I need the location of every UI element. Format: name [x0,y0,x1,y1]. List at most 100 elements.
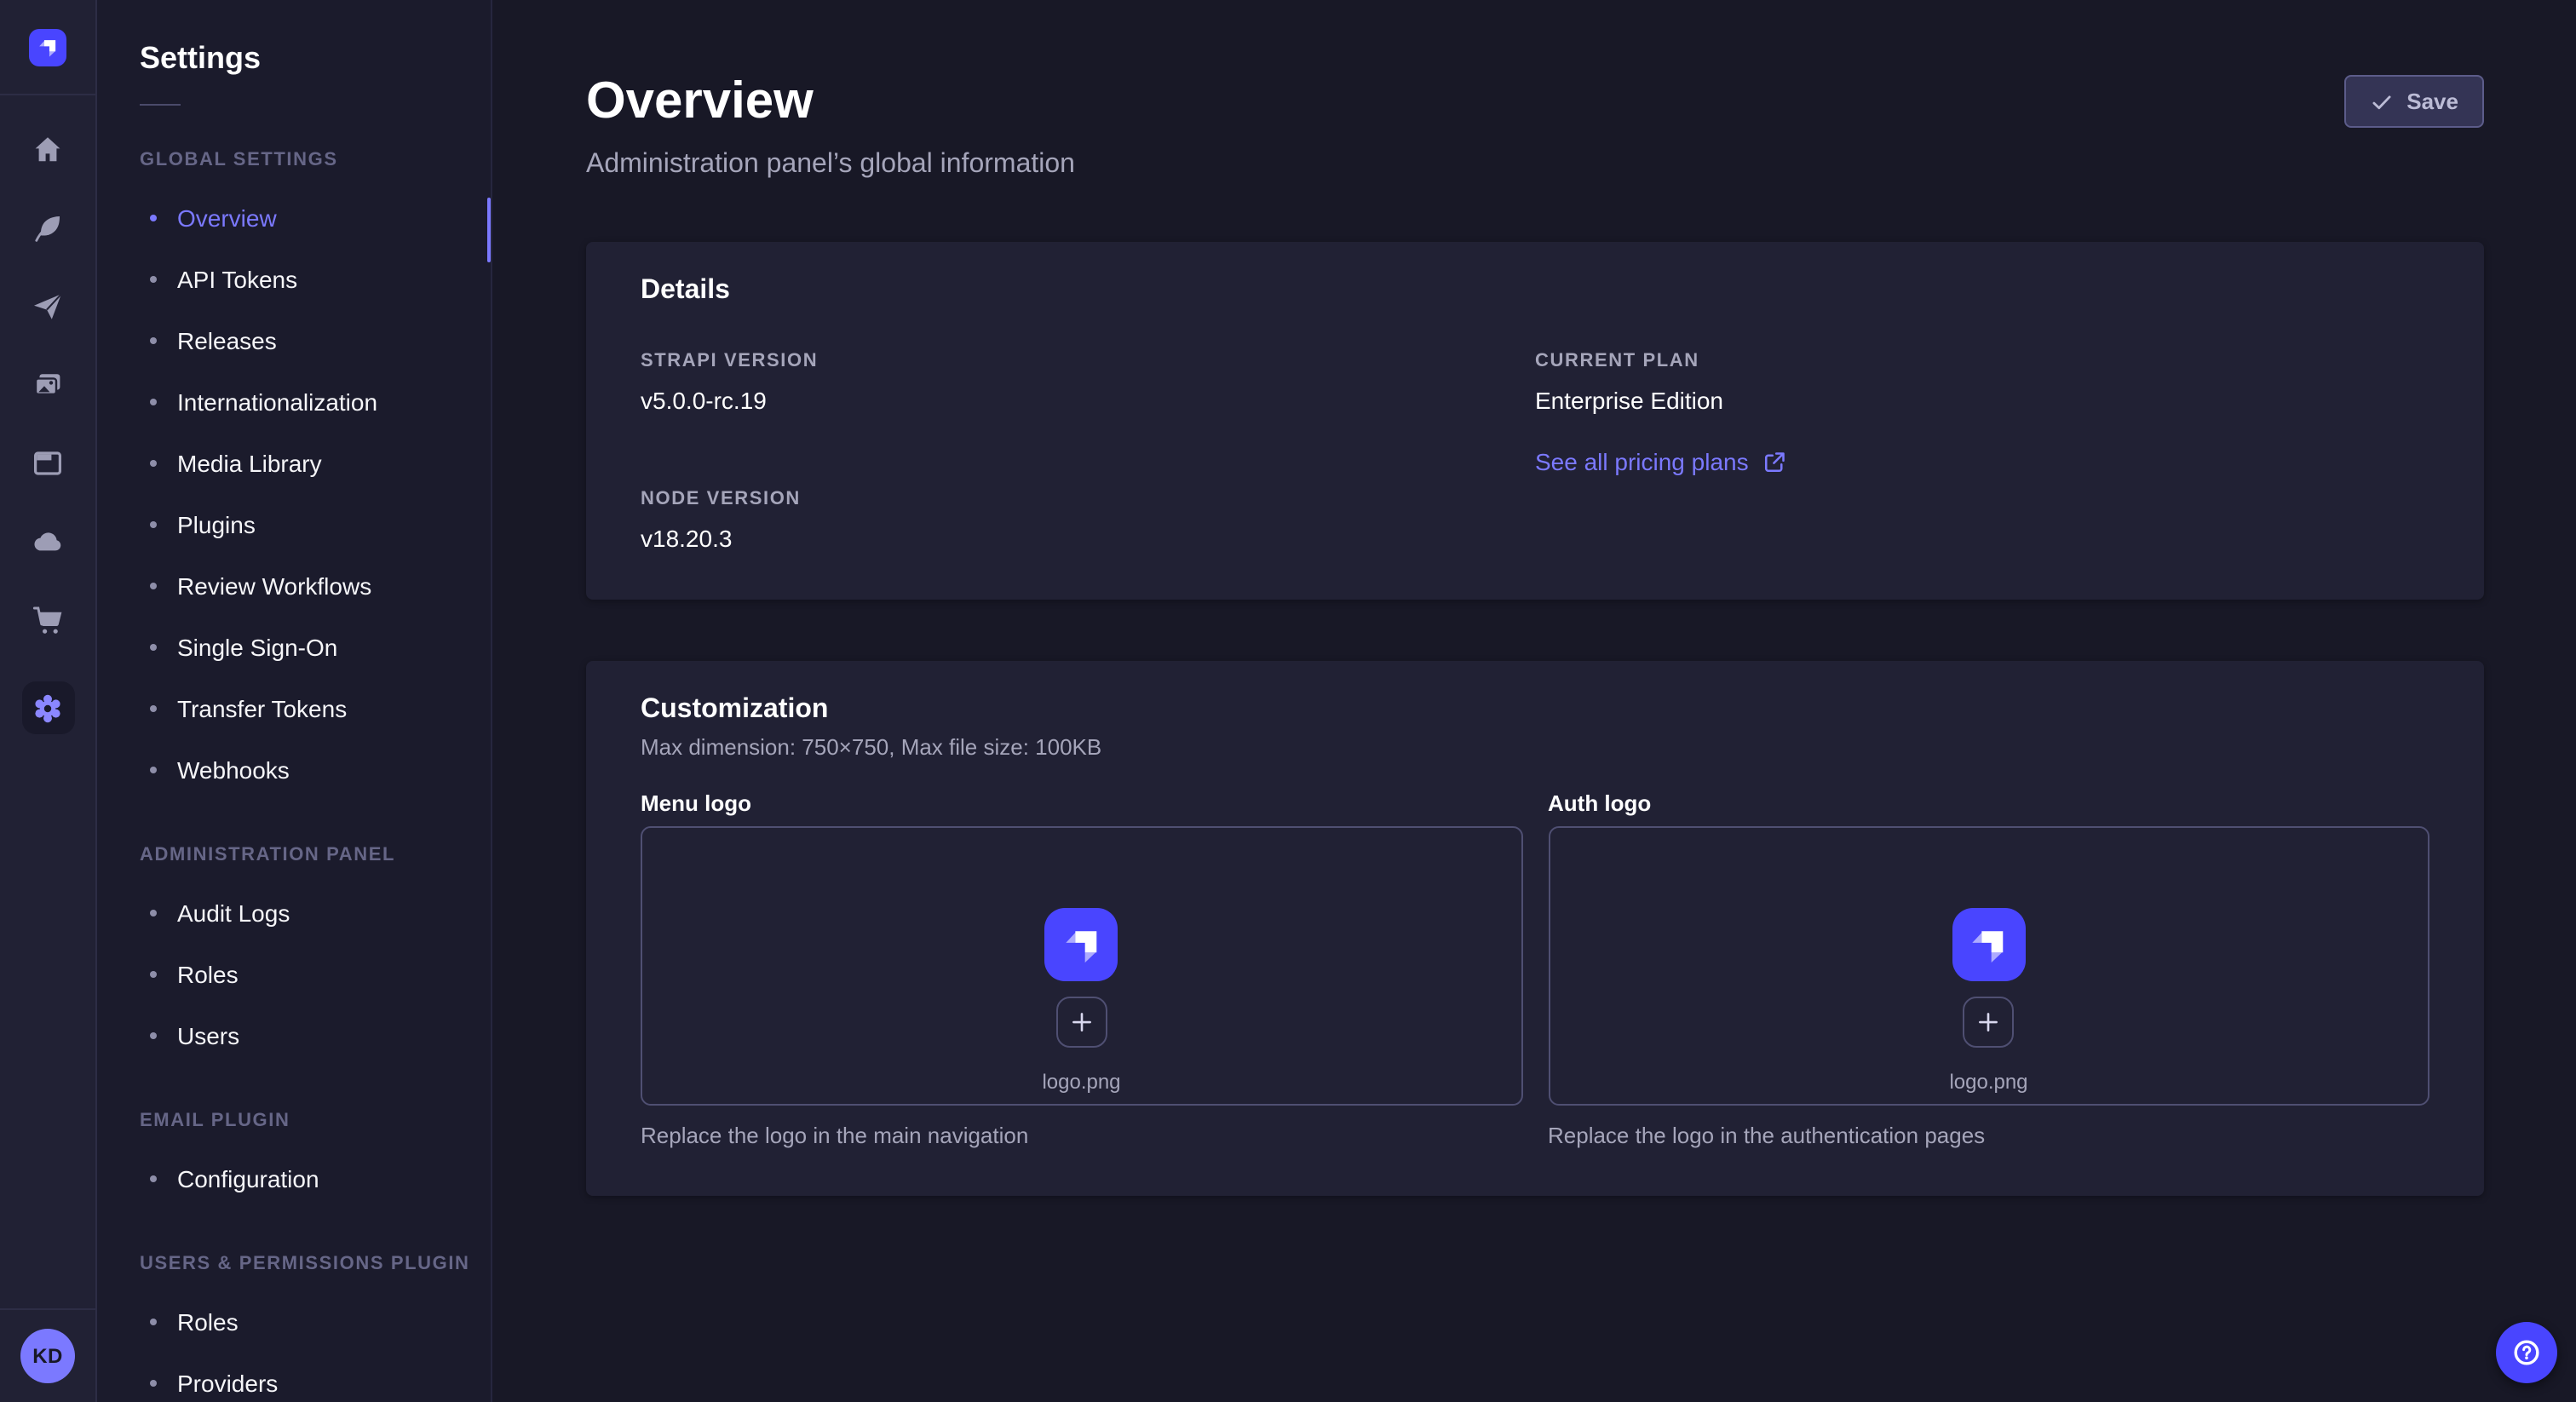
auth-logo-field: Auth logo logo.png [1548,790,2429,1148]
help-button[interactable] [2496,1322,2557,1383]
section-label-global-settings: GLOBAL SETTINGS [140,150,491,170]
settings-nav-webhooks-s0[interactable]: Webhooks [140,739,491,801]
customization-card: Customization Max dimension: 750×750, Ma… [586,661,2484,1196]
bullet-icon [150,399,157,405]
settings-nav-transfer-tokens-s0[interactable]: Transfer Tokens [140,678,491,739]
bullet-icon [150,767,157,773]
nav-item-label: Internationalization [177,388,377,416]
save-button[interactable]: Save [2343,75,2484,128]
change-auth-logo-button[interactable] [1964,997,2015,1048]
settings-nav-roles-s1[interactable]: Roles [140,944,491,1005]
nav-settings-button[interactable] [21,681,74,734]
home-icon [31,133,65,167]
section-list-global-settings: Overview API Tokens Releases Internationali… [140,187,491,801]
menu-logo-field: Menu logo logo.png [641,790,1522,1148]
auth-logo-dropzone[interactable]: logo.png [1548,826,2429,1106]
settings-nav-releases-s0[interactable]: Releases [140,310,491,371]
nav-deploy-button[interactable] [21,290,74,324]
nav-item-label: API Tokens [177,266,297,293]
nav-item-label: Roles [177,961,239,988]
nav-item-label: Review Workflows [177,572,371,600]
strapi-logo-icon [29,28,66,66]
check-icon [2369,89,2393,113]
page-title: Overview [586,72,2484,133]
nav-media-button[interactable] [21,368,74,402]
save-button-label: Save [2406,89,2458,114]
strapi-version-field: STRAPI VERSION v5.0.0-rc.19 [641,351,1535,414]
change-menu-logo-button[interactable] [1056,997,1107,1048]
settings-nav-media-library-s0[interactable]: Media Library [140,433,491,494]
nav-item-label: Configuration [177,1165,319,1192]
menu-logo-dropzone[interactable]: logo.png [641,826,1522,1106]
pricing-plans-link[interactable]: See all pricing plans [1535,448,1788,475]
bullet-icon [150,521,157,528]
nav-item-label: Providers [177,1370,278,1397]
media-library-icon [31,368,65,402]
bullet-icon [150,276,157,283]
settings-nav-providers-s3[interactable]: Providers [140,1353,491,1402]
external-link-icon [1762,449,1788,474]
section-list-email-plugin: Configuration [140,1148,491,1210]
nav-item-label: Users [177,1022,239,1049]
strapi-version-value: v5.0.0-rc.19 [641,387,1535,414]
auth-logo-hint: Replace the logo in the authentication p… [1548,1123,2429,1148]
strapi-logo-icon [1960,916,2018,974]
customization-heading: Customization [641,695,2429,726]
auth-logo-filename: logo.png [1949,1070,2027,1094]
bullet-icon [150,1032,157,1039]
nav-item-label: Media Library [177,450,322,477]
strapi-logo-icon [1053,916,1111,974]
node-version-label: NODE VERSION [641,489,1535,509]
bullet-icon [150,705,157,712]
rail-divider [0,1308,95,1310]
menu-logo-preview [1045,908,1118,981]
bullet-icon [150,337,157,344]
rail-icon-nav [0,133,95,734]
settings-nav-overview-s0[interactable]: Overview [140,187,491,249]
menu-logo-label: Menu logo [641,790,1522,816]
settings-nav-plugins-s0[interactable]: Plugins [140,494,491,555]
bullet-icon [150,460,157,467]
settings-nav-audit-logs-s1[interactable]: Audit Logs [140,882,491,944]
question-mark-icon [2510,1336,2544,1370]
settings-nav-configuration-s2[interactable]: Configuration [140,1148,491,1210]
auth-logo-label: Auth logo [1548,790,2429,816]
plus-icon [1070,1010,1094,1034]
nav-cloud-button[interactable] [21,525,74,559]
subnav-title-divider [140,104,181,106]
nav-item-label: Single Sign-On [177,634,337,661]
bullet-icon [150,1175,157,1182]
nav-marketplace-button[interactable] [21,603,74,637]
auth-logo-preview [1952,908,2026,981]
user-avatar[interactable]: KD [20,1329,75,1383]
settings-nav-single-sign-on-s0[interactable]: Single Sign-On [140,617,491,678]
menu-logo-filename: logo.png [1042,1070,1120,1094]
settings-subnav: Settings GLOBAL SETTINGS Overview API Toke… [95,0,492,1402]
settings-nav-api-tokens-s0[interactable]: API Tokens [140,249,491,310]
nav-content-button[interactable] [21,211,74,245]
strapi-version-label: STRAPI VERSION [641,351,1535,371]
nav-content-type-builder-button[interactable] [21,446,74,480]
nav-home-button[interactable] [21,133,74,167]
bullet-icon [150,910,157,916]
nav-item-label: Releases [177,327,277,354]
section-list-users-permissions-plugin: Roles Providers [140,1291,491,1402]
nav-item-label: Roles [177,1308,239,1336]
settings-nav-internationalization-s0[interactable]: Internationalization [140,371,491,433]
subnav-sections: GLOBAL SETTINGS Overview API Tokens Release… [95,150,491,1402]
node-version-value: v18.20.3 [641,525,1535,552]
bullet-icon [150,971,157,978]
current-plan-field: CURRENT PLAN Enterprise Edition [1535,351,2429,414]
nav-item-label: Audit Logs [177,899,290,927]
layout-icon [31,446,65,480]
bullet-icon [150,1380,157,1387]
subnav-title: Settings [140,41,491,77]
pricing-plans-link-label: See all pricing plans [1535,448,1749,475]
nav-item-label: Transfer Tokens [177,695,347,722]
plus-icon [1977,1010,2001,1034]
nav-item-label: Webhooks [177,756,290,784]
settings-nav-review-workflows-s0[interactable]: Review Workflows [140,555,491,617]
settings-nav-roles-s3[interactable]: Roles [140,1291,491,1353]
settings-nav-users-s1[interactable]: Users [140,1005,491,1066]
bullet-icon [150,644,157,651]
